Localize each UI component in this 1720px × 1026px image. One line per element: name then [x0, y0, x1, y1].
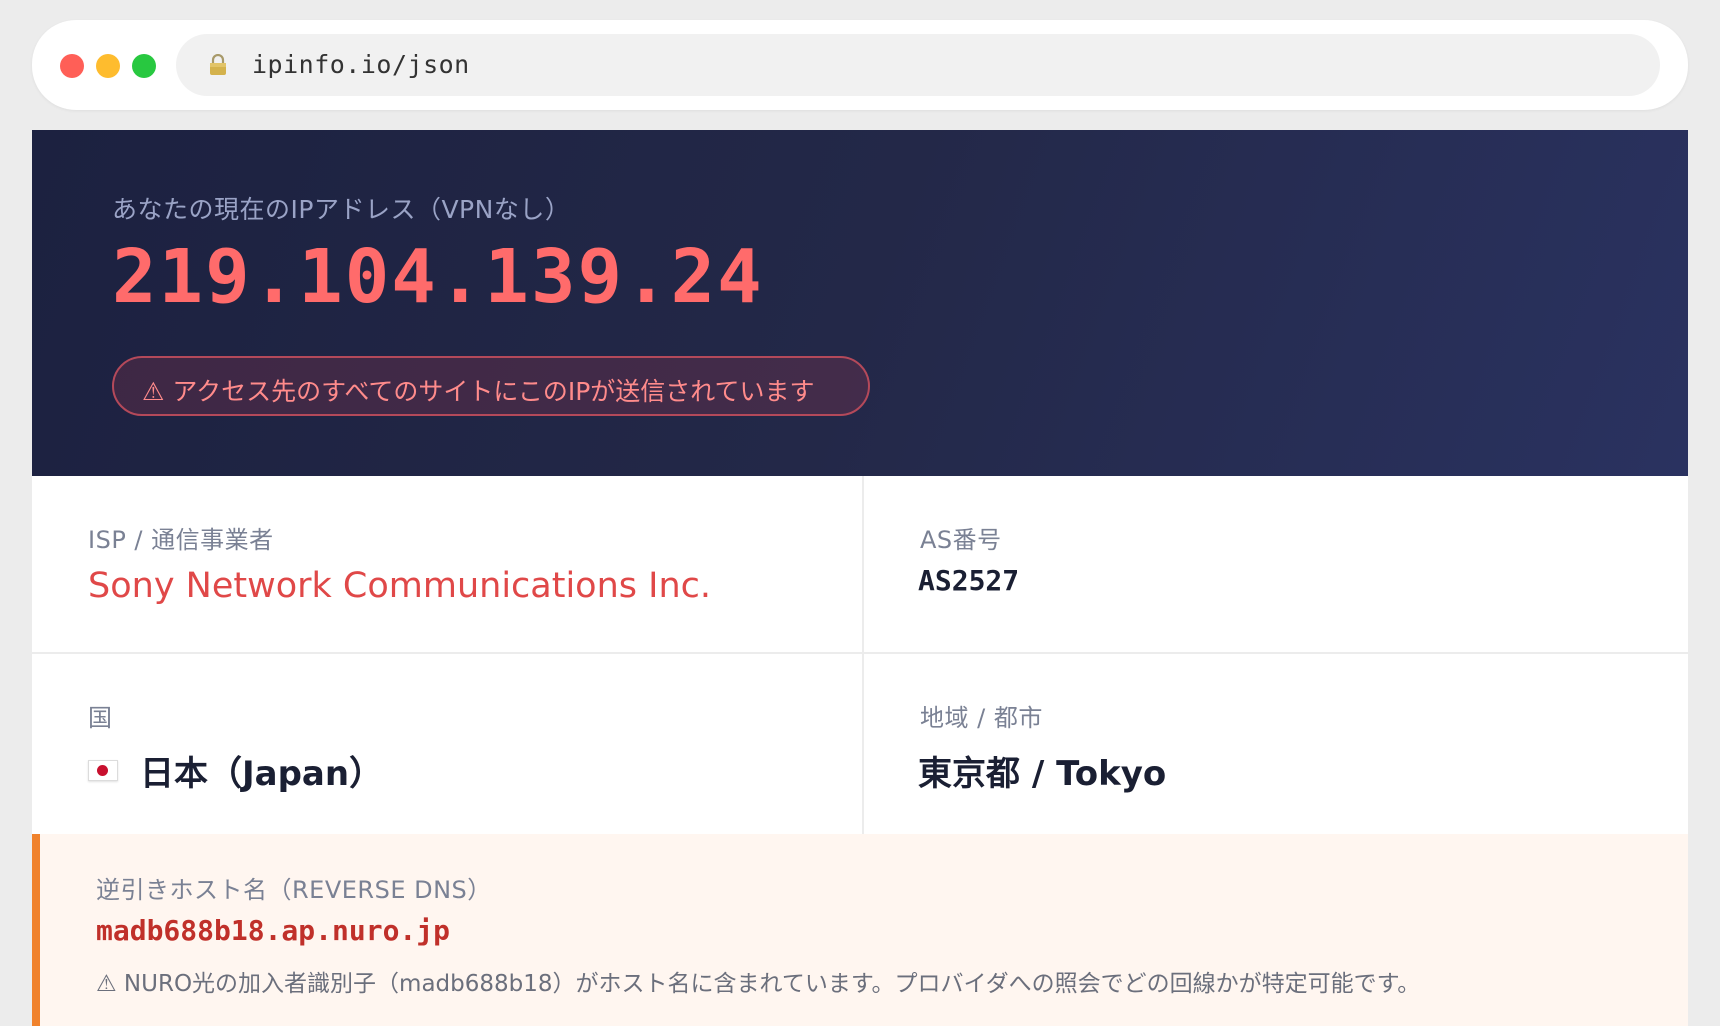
as-number-value: AS2527 — [918, 564, 1020, 597]
country-label: 国 — [88, 704, 113, 732]
country-name: 日本（Japan） — [140, 754, 384, 794]
reverse-dns-hostname: madb688b18.ap.nuro.jp — [96, 914, 451, 947]
window-minimize-button[interactable] — [96, 54, 120, 78]
region-value: 東京都 / Tokyo — [918, 754, 1167, 794]
japan-flag-icon — [88, 760, 118, 781]
window-close-button[interactable] — [60, 54, 84, 78]
ip-address: 219.104.139.24 — [112, 234, 764, 320]
reverse-dns-panel: 逆引きホスト名（REVERSE DNS） madb688b18.ap.nuro.… — [32, 834, 1688, 1026]
reverse-dns-warning: ⚠ NURO光の加入者識別子（madb688b18）がホスト名に含まれています。… — [96, 971, 1421, 997]
region-label: 地域 / 都市 — [920, 704, 1043, 732]
region-card: 地域 / 都市 東京都 / Tokyo — [862, 654, 1688, 834]
ip-heading: あなたの現在のIPアドレス（VPNなし） — [112, 195, 571, 224]
country-card: 国 日本（Japan） — [32, 654, 862, 834]
lock-icon — [210, 54, 226, 75]
warning-badge-text: ⚠ アクセス先のすべてのサイトにこのIPが送信されています — [142, 377, 815, 406]
address-bar[interactable]: ipinfo.io/json — [176, 34, 1660, 96]
isp-label: ISP / 通信事業者 — [88, 526, 274, 554]
window-maximize-button[interactable] — [132, 54, 156, 78]
warning-badge: ⚠ アクセス先のすべてのサイトにこのIPが送信されています — [112, 356, 870, 416]
reverse-dns-label: 逆引きホスト名（REVERSE DNS） — [96, 876, 492, 904]
address-bar-url: ipinfo.io/json — [252, 50, 470, 79]
as-number-label: AS番号 — [920, 526, 1002, 554]
reverse-dns-accent-bar — [32, 834, 40, 1026]
country-value: 日本（Japan） — [88, 746, 383, 795]
ip-hero-panel: あなたの現在のIPアドレス（VPNなし） 219.104.139.24 ⚠ アク… — [32, 130, 1688, 476]
isp-card: ISP / 通信事業者 Sony Network Communications … — [32, 476, 862, 652]
as-number-card: AS番号 AS2527 — [862, 476, 1688, 652]
isp-value: Sony Network Communications Inc. — [88, 566, 712, 606]
